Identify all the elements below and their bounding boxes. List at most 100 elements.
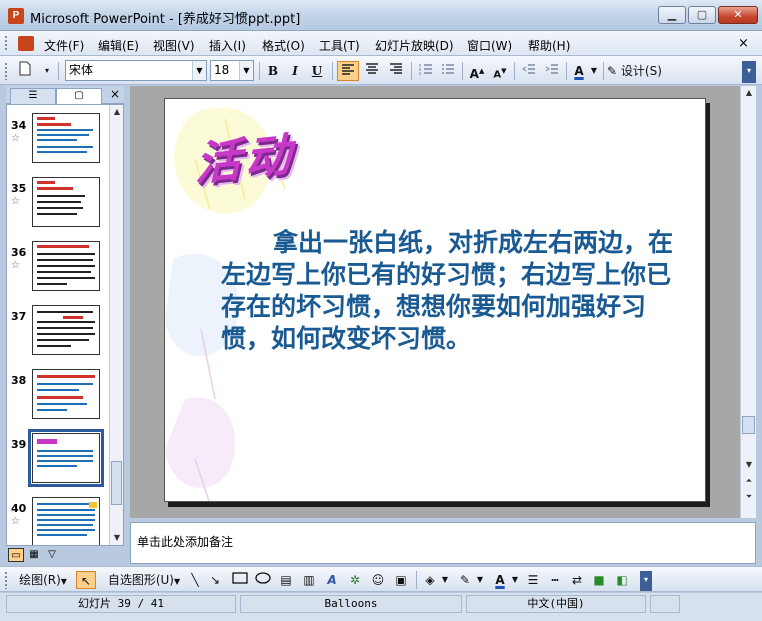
underline-button[interactable]: U — [307, 61, 327, 81]
new-document-icon[interactable] — [14, 61, 36, 81]
chevron-down-icon[interactable]: ▼ — [589, 61, 599, 81]
rectangle-icon[interactable] — [230, 571, 250, 589]
slideshow-view-icon[interactable]: ▽ — [44, 548, 60, 562]
increase-font-size-icon[interactable]: A▲ — [466, 61, 488, 81]
autoshapes-button[interactable]: 自选图形(U)▼ — [104, 571, 184, 589]
toolbar-separator — [462, 62, 463, 80]
line-icon[interactable]: ╲ — [186, 571, 204, 589]
italic-button[interactable]: I — [285, 61, 305, 81]
slide-thumbnail-38[interactable] — [32, 369, 100, 419]
oval-icon[interactable] — [253, 571, 273, 589]
previous-slide-icon[interactable]: ⏶ — [742, 474, 756, 488]
document-icon[interactable] — [18, 36, 34, 51]
slide-number: 39 — [11, 438, 27, 451]
increase-indent-icon[interactable] — [541, 61, 563, 81]
arrow-style-icon[interactable]: ⇄ — [568, 571, 586, 589]
tab-slides[interactable]: ▢ — [56, 88, 102, 104]
scrollbar-thumb[interactable] — [111, 461, 122, 505]
menu-window[interactable]: 窗口(W) — [467, 37, 512, 54]
slide-title[interactable]: 活动 — [195, 118, 295, 195]
notes-placeholder[interactable]: 单击此处添加备注 — [137, 533, 233, 550]
align-left-button[interactable] — [337, 61, 359, 81]
chevron-down-icon[interactable]: ▼ — [440, 571, 450, 589]
slide-thumbnail-40[interactable] — [32, 497, 100, 545]
3d-style-icon[interactable]: ◧ — [613, 571, 631, 589]
notes-pane[interactable]: 单击此处添加备注 — [130, 522, 756, 564]
slide-thumbnail-39[interactable] — [32, 433, 100, 483]
select-objects-icon[interactable]: ↖ — [76, 571, 96, 589]
close-document-icon[interactable]: × — [738, 36, 749, 51]
maximize-button[interactable]: ▢ — [688, 6, 716, 24]
menu-file[interactable]: 文件(F) — [44, 37, 84, 54]
close-button[interactable]: ✕ — [718, 6, 758, 24]
current-slide[interactable]: 活动 拿出一张白纸，对折成左右两边，在左边写上你已有的好习惯；右边写上你已存在的… — [164, 98, 706, 502]
toolbar-grip-handle[interactable] — [4, 62, 8, 80]
scroll-down-icon[interactable]: ▼ — [742, 458, 756, 472]
menu-grip-handle[interactable] — [4, 35, 8, 51]
scroll-up-icon[interactable]: ▲ — [742, 86, 756, 100]
slides-pane-scrollbar[interactable]: ▲ ▼ — [109, 105, 123, 545]
slide-body-text[interactable]: 拿出一张白纸，对折成左右两边，在左边写上你已有的好习惯；右边写上你已存在的坏习惯… — [221, 227, 675, 355]
align-right-button[interactable] — [385, 61, 407, 81]
wordart-icon[interactable]: A — [323, 571, 341, 589]
diagram-icon[interactable]: ✲ — [346, 571, 364, 589]
bold-button[interactable]: B — [263, 61, 283, 81]
toolbar-options-icon[interactable]: ▾ — [742, 61, 756, 83]
align-center-button[interactable] — [361, 61, 383, 81]
text-box-icon[interactable]: ▤ — [277, 571, 295, 589]
chevron-down-icon[interactable]: ▼ — [239, 61, 253, 80]
menu-edit[interactable]: 编辑(E) — [98, 37, 139, 54]
scroll-down-icon[interactable]: ▼ — [110, 531, 123, 545]
shadow-style-icon[interactable]: ■ — [590, 571, 608, 589]
decrease-font-size-icon[interactable]: A▼ — [489, 61, 511, 81]
chevron-down-icon[interactable]: ▼ — [192, 61, 206, 80]
pane-tabs: ☰ ▢ × — [6, 86, 124, 104]
minimize-button[interactable]: ▁ — [658, 6, 686, 24]
tab-outline[interactable]: ☰ — [10, 88, 56, 104]
picture-icon[interactable]: ▣ — [392, 571, 410, 589]
font-name-combo[interactable]: 宋体 ▼ — [65, 60, 207, 81]
font-color-icon[interactable]: A — [569, 61, 589, 81]
line-color-icon[interactable]: ✎ — [455, 571, 475, 589]
drawbar-grip-handle[interactable] — [4, 571, 8, 589]
decrease-indent-icon[interactable] — [518, 61, 540, 81]
numbering-icon[interactable] — [415, 61, 437, 81]
drawing-toolbar: 绘图(R)▼ ↖ 自选图形(U)▼ ╲ ↘ ▤ ▥ A ✲ ☺ ▣ ◈ ▼ ✎ … — [0, 566, 762, 592]
menu-view[interactable]: 视图(V) — [153, 37, 195, 54]
next-slide-icon[interactable]: ⏷ — [742, 490, 756, 504]
slide-sorter-view-icon[interactable]: ▦ — [26, 548, 42, 562]
toolbar-options-icon[interactable]: ▾ — [640, 571, 652, 591]
slide-number: 38 — [11, 374, 27, 387]
scrollbar-thumb[interactable] — [742, 416, 755, 434]
status-empty-cell — [650, 595, 680, 613]
draw-menu-button[interactable]: 绘图(R)▼ — [14, 571, 72, 589]
main-scrollbar[interactable]: ▲ ▼ ⏶ ⏷ — [740, 86, 756, 518]
fill-color-icon[interactable]: ◈ — [420, 571, 440, 589]
slide-thumbnail-34[interactable] — [32, 113, 100, 163]
window-title: Microsoft PowerPoint - [养成好习惯ppt.ppt] — [30, 12, 301, 27]
close-pane-icon[interactable]: × — [110, 87, 120, 101]
powerpoint-app-icon[interactable]: P — [8, 8, 24, 24]
clip-art-icon[interactable]: ☺ — [369, 571, 387, 589]
normal-view-icon[interactable]: ▭ — [8, 548, 24, 562]
slide-thumbnail-37[interactable] — [32, 305, 100, 355]
menu-slideshow[interactable]: 幻灯片放映(D) — [375, 37, 454, 54]
line-style-icon[interactable]: ☰ — [524, 571, 542, 589]
menu-format[interactable]: 格式(O) — [262, 37, 305, 54]
design-button[interactable]: ✎ 设计(S) — [607, 61, 673, 81]
chevron-down-icon[interactable]: ▼ — [510, 571, 520, 589]
font-size-combo[interactable]: 18 ▼ — [210, 60, 254, 81]
slide-thumbnail-35[interactable] — [32, 177, 100, 227]
slide-thumbnail-36[interactable] — [32, 241, 100, 291]
menu-tools[interactable]: 工具(T) — [319, 37, 360, 54]
chevron-down-icon[interactable]: ▼ — [475, 571, 485, 589]
dash-style-icon[interactable]: ┅ — [546, 571, 564, 589]
font-color-icon[interactable]: A — [490, 571, 510, 589]
arrow-icon[interactable]: ↘ — [206, 571, 224, 589]
bullets-icon[interactable] — [437, 61, 459, 81]
menu-insert[interactable]: 插入(I) — [209, 37, 246, 54]
scroll-up-icon[interactable]: ▲ — [110, 105, 123, 119]
toolbar-overflow-icon[interactable]: ▾ — [40, 61, 54, 81]
vertical-text-box-icon[interactable]: ▥ — [300, 571, 318, 589]
menu-help[interactable]: 帮助(H) — [528, 37, 570, 54]
